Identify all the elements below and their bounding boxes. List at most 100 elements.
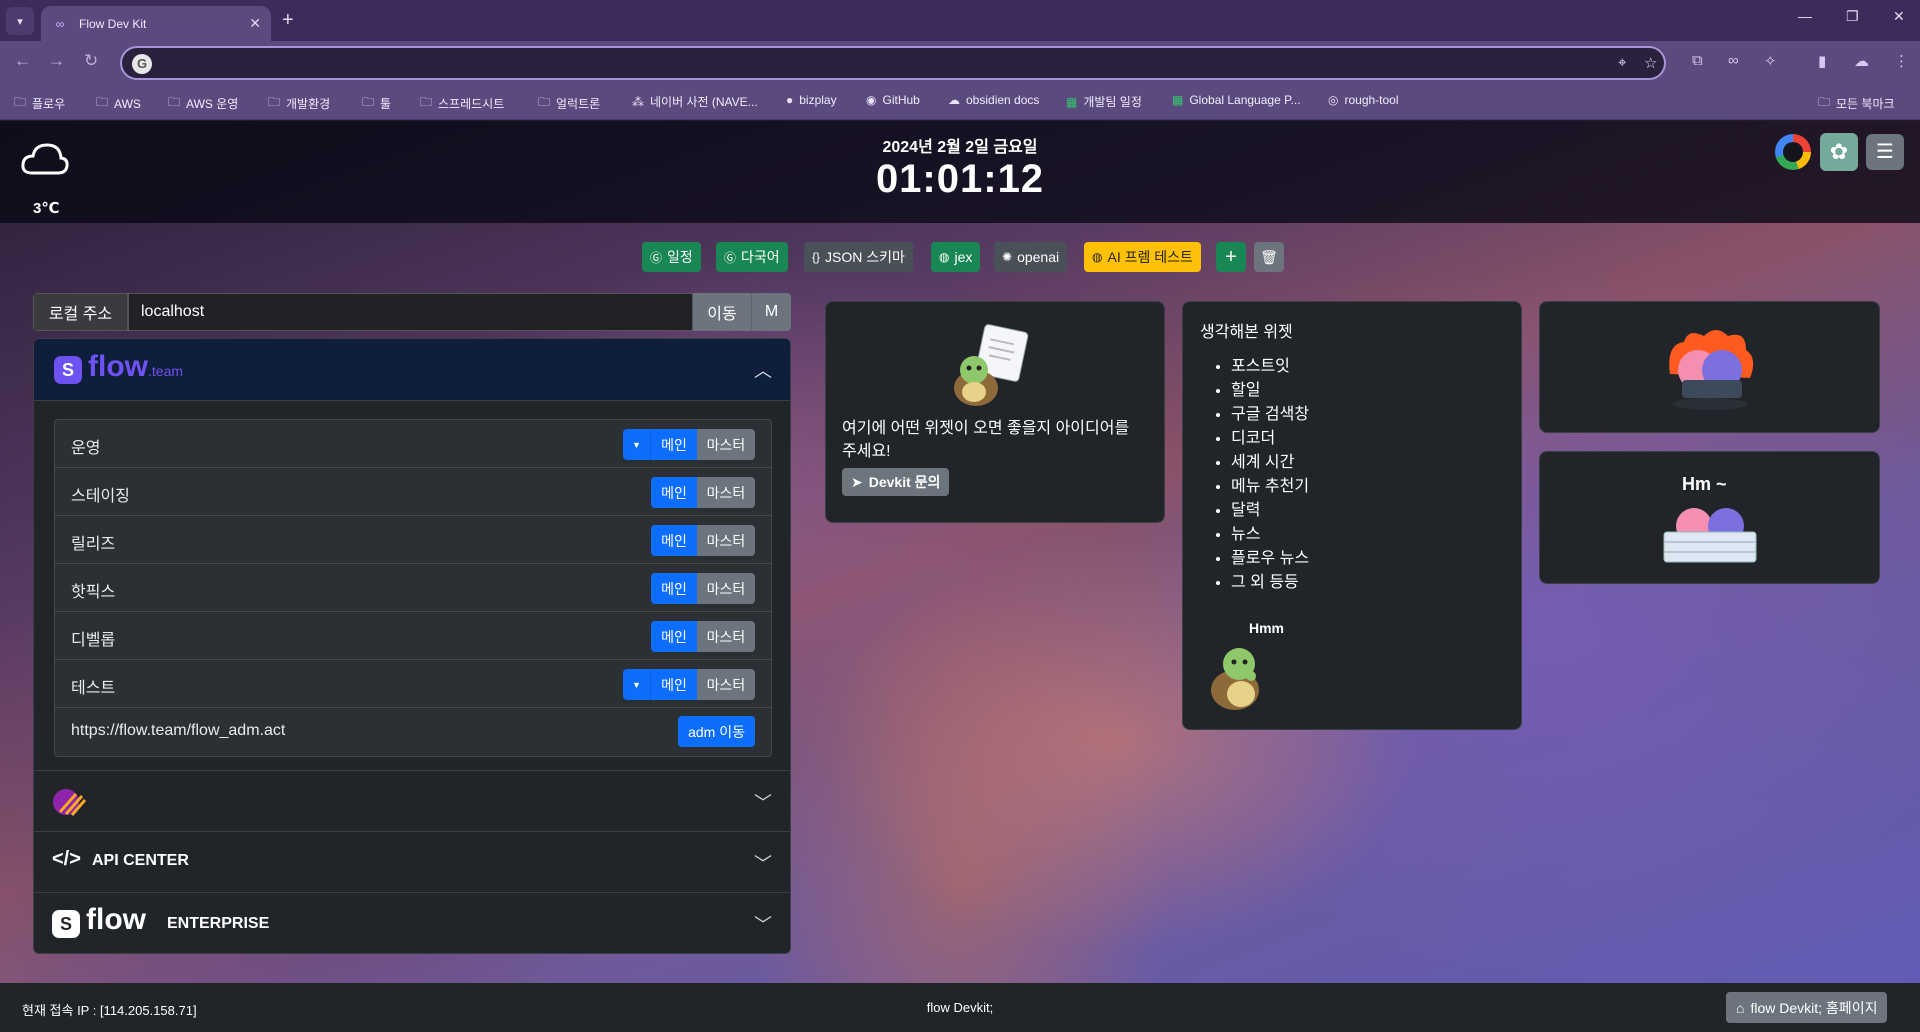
go-button[interactable]: 이동 (693, 293, 751, 331)
bookmark-item[interactable]: 🗀 스프레드시트 (420, 93, 504, 114)
devkit-inquiry-button[interactable]: ➤ Devkit 문의 (842, 468, 950, 496)
translate-extension-icon[interactable]: ⧉ (1692, 52, 1703, 69)
bookmark-item[interactable]: ● bizplay (786, 93, 837, 107)
accordion-item-enterprise[interactable]: S flow ENTERPRISE ﹀ (34, 892, 790, 953)
quick-link-jex[interactable]: ◍ jex (931, 242, 981, 272)
list-item: 구글 검색창 (1231, 403, 1309, 427)
bookmark-item[interactable]: ▦ 개발팀 일정 (1066, 93, 1142, 110)
main-button[interactable]: 메인 (651, 429, 697, 460)
google-logo-icon[interactable] (1775, 134, 1811, 170)
tab-search-button[interactable]: ▾ (6, 7, 34, 35)
trash-icon: 🗑 (1260, 248, 1278, 265)
main-button[interactable]: 메인 (651, 621, 697, 652)
minimize-icon[interactable]: — (1798, 8, 1812, 24)
folder-icon: 🗀 (538, 95, 551, 109)
hamburger-menu-button[interactable]: ☰ (1866, 134, 1904, 170)
list-item: 뉴스 (1231, 523, 1309, 547)
m-button[interactable]: M (751, 293, 791, 331)
google-icon: Ⓖ (724, 250, 737, 265)
chevron-down-icon[interactable]: ﹀ (754, 789, 772, 815)
chevron-up-icon[interactable]: ︿ (754, 357, 772, 383)
widget-ideas-list: 포스트잇 할일 구글 검색창 디코더 세계 시간 메뉴 추천기 달력 뉴스 플로… (1231, 355, 1309, 595)
quick-link-schedule[interactable]: Ⓖ 일정 (642, 242, 701, 272)
main-button[interactable]: 메인 (651, 669, 697, 700)
chevron-down-icon[interactable]: ﹀ (754, 850, 772, 876)
master-button[interactable]: 마스터 (697, 525, 755, 556)
restore-icon[interactable]: ❐ (1846, 8, 1859, 25)
bookmark-item[interactable]: 🗀 AWS (96, 93, 141, 114)
folder-icon: 🗀 (362, 95, 375, 109)
all-bookmarks[interactable]: 🗀 모든 북마크 (1818, 93, 1895, 114)
quick-link-json-schema[interactable]: {} JSON 스키마 (804, 242, 913, 272)
main-button[interactable]: 메인 (651, 477, 697, 508)
reload-icon[interactable]: ↻ (84, 51, 98, 71)
google-icon: G (132, 54, 152, 74)
forward-icon[interactable]: → (48, 51, 65, 71)
list-item: 세계 시간 (1231, 451, 1309, 475)
homepage-button[interactable]: ⌂ flow Devkit; 홈페이지 (1726, 992, 1888, 1023)
back-icon[interactable]: ← (14, 51, 31, 71)
folder-icon: 🗀 (168, 95, 181, 109)
bookmark-item[interactable]: ◎ rough-tool (1328, 93, 1399, 107)
gaming-sticker-widget (1539, 301, 1880, 433)
bookmark-item[interactable]: ◉ GitHub (866, 93, 920, 107)
globe-icon: ◎ (1328, 93, 1339, 107)
chevron-down-icon[interactable]: ﹀ (754, 911, 772, 937)
browser-menu-icon[interactable]: ⋮ (1894, 52, 1909, 70)
main-button[interactable]: 메인 (651, 573, 697, 604)
bookmark-star-icon[interactable]: ☆ (1644, 54, 1657, 72)
flow-logo-icon: S (52, 910, 80, 938)
quick-link-openai[interactable]: ✺ openai (994, 242, 1068, 272)
bookmark-item[interactable]: ⁂ 네이버 사전 (NAVE... (632, 93, 758, 110)
bookmark-item[interactable]: ▦ Global Language P... (1172, 93, 1301, 107)
master-button[interactable]: 마스터 (697, 477, 755, 508)
stripe-logo-icon (53, 789, 86, 816)
sheets-icon: ▦ (1172, 93, 1184, 107)
main-button[interactable]: 메인 (651, 525, 697, 556)
flow-extension-icon[interactable]: ∞ (1728, 52, 1739, 69)
list-item: 달력 (1231, 499, 1309, 523)
bookmark-item[interactable]: 🗀 툴 (362, 93, 391, 114)
accordion-item-stripe[interactable]: ﹀ (34, 770, 790, 830)
bookmark-item[interactable]: ☁ obsidien docs (948, 93, 1039, 107)
github-icon: ◉ (866, 93, 877, 107)
list-item: 할일 (1231, 379, 1309, 403)
side-panel-icon[interactable]: ▮ (1818, 52, 1826, 70)
browser-tab[interactable]: ∞ Flow Dev Kit ✕ (41, 6, 271, 41)
flow-logo-icon: S (54, 356, 82, 384)
master-button[interactable]: 마스터 (697, 621, 755, 652)
adm-go-button[interactable]: adm 이동 (678, 716, 755, 747)
quick-link-ai-prompt-test[interactable]: ◍ AI 프렘 테스트 (1084, 242, 1201, 272)
master-button[interactable]: 마스터 (697, 669, 755, 700)
master-button[interactable]: 마스터 (697, 429, 755, 460)
add-link-button[interactable]: + (1216, 242, 1246, 272)
folder-icon: 🗀 (420, 95, 433, 109)
bookmark-item[interactable]: 🗀 개발환경 (268, 93, 330, 114)
env-row-staging: 스테이징 메인 마스터 (55, 468, 771, 516)
bookmark-item[interactable]: 🗀 얼럭트론 (538, 93, 600, 114)
bookmark-item[interactable]: 🗀 AWS 운영 (168, 93, 238, 114)
close-window-icon[interactable]: ✕ (1893, 8, 1905, 25)
tab-close-icon[interactable]: ✕ (249, 15, 261, 32)
local-address-input[interactable]: localhost (128, 293, 693, 331)
chatgpt-logo-icon[interactable]: ✿ (1820, 133, 1858, 171)
location-pin-icon[interactable]: ⌖ (1618, 54, 1626, 71)
bookmark-item[interactable]: 🗀 플로우 (14, 93, 65, 114)
accordion-item-api-center[interactable]: </> API CENTER ﹀ (34, 831, 790, 891)
env-row-adm: https://flow.team/flow_adm.act adm 이동 (55, 708, 771, 756)
new-tab-button[interactable]: + (282, 9, 294, 32)
env-button-group: 메인 마스터 (651, 573, 755, 604)
env-button-group: ▼ 메인 마스터 (623, 669, 755, 700)
profile-cloud-icon[interactable]: ☁ (1854, 52, 1869, 70)
dropdown-caret-icon[interactable]: ▼ (623, 429, 651, 460)
flow-team-accordion-header[interactable]: S flow.team ︿ (34, 339, 790, 401)
address-bar[interactable]: G ⌖ ☆ (120, 46, 1666, 80)
env-button-group: ▼ 메인 마스터 (623, 429, 755, 460)
master-button[interactable]: 마스터 (697, 573, 755, 604)
env-row-release: 릴리즈 메인 마스터 (55, 516, 771, 564)
quick-link-i18n[interactable]: Ⓖ 다국어 (716, 242, 788, 272)
api-center-label: API CENTER (92, 852, 189, 869)
dropdown-caret-icon[interactable]: ▼ (623, 669, 651, 700)
delete-link-button[interactable]: 🗑 (1254, 242, 1284, 272)
extensions-puzzle-icon[interactable]: ✧ (1764, 52, 1777, 70)
